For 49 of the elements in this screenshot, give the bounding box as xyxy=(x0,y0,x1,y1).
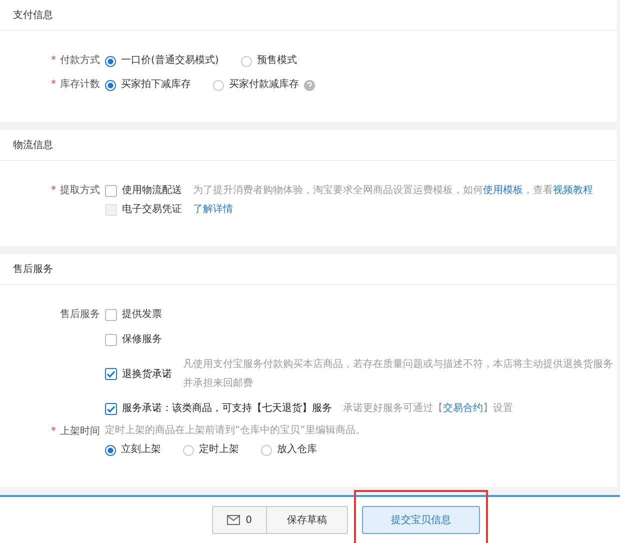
envelope-icon xyxy=(226,515,240,525)
radio-button[interactable] xyxy=(261,444,272,456)
help-icon[interactable] xyxy=(304,80,315,90)
option-label: 预售模式 xyxy=(256,54,297,68)
option-label: 保修服务 xyxy=(122,333,162,347)
radio-button[interactable] xyxy=(105,444,116,456)
section-title: 售后服务 xyxy=(13,262,53,276)
radio-button[interactable] xyxy=(213,80,224,90)
section-title: 支付信息 xyxy=(13,8,53,22)
option-label: 一口价(普通交易模式) xyxy=(121,54,219,68)
link[interactable]: 交易合约 xyxy=(443,403,483,414)
option-label: 退换货承诺 xyxy=(122,368,172,382)
required-mark: * xyxy=(51,78,56,92)
option-label: 使用物流配送 xyxy=(122,184,182,198)
save-draft-button[interactable]: 保存草稿 xyxy=(267,506,348,534)
field-label: 付款方式 xyxy=(60,54,100,68)
required-mark: * xyxy=(51,54,56,68)
option-label: 立刻上架 xyxy=(121,442,161,457)
required-mark: * xyxy=(51,184,56,198)
option-label: 放入仓库 xyxy=(277,442,317,457)
radio-button[interactable] xyxy=(183,444,194,456)
field-label: 库存计数 xyxy=(60,78,100,92)
radio-button[interactable] xyxy=(105,56,116,66)
note-text: 为了提升消费者购物体验，淘宝要求全网商品设置运费模板，如何使用模板，查看视频教程 xyxy=(193,184,593,198)
field-label: 上架时间 xyxy=(60,424,100,439)
required-mark: * xyxy=(51,425,56,439)
option-label: 电子交易凭证 xyxy=(122,202,182,217)
option-label: 服务承诺：该类商品，可支持【七天退货】服务 xyxy=(122,402,332,416)
radio-button[interactable] xyxy=(105,80,116,90)
field-label: 售后服务 xyxy=(60,308,100,322)
option-label: 买家拍下减库存 xyxy=(121,78,191,92)
radio-button[interactable] xyxy=(240,56,252,66)
option-label: 定时上架 xyxy=(199,442,239,457)
section-title: 物流信息 xyxy=(13,138,53,152)
submit-button[interactable]: 提交宝贝信息 xyxy=(362,506,480,534)
checkbox[interactable] xyxy=(105,368,117,380)
hint-text: 定时上架的商品在上架前请到“仓库中的宝贝”里编辑商品。 xyxy=(105,424,366,438)
note-text: 凡使用支付宝服务付款购买本店商品，若存在质量问题或与描述不符，本店将主动提供退换货服务并承担来回邮费 xyxy=(183,358,613,391)
link[interactable]: 使用模板 xyxy=(483,185,523,196)
link[interactable]: 视频教程 xyxy=(553,185,593,196)
note-text: 承诺更好服务可通过【交易合约】设置 xyxy=(343,402,513,416)
checkbox[interactable] xyxy=(105,184,117,196)
checkbox[interactable] xyxy=(105,402,117,414)
option-label: 提供发票 xyxy=(122,308,162,322)
message-button[interactable]: 0 xyxy=(212,506,267,534)
checkbox[interactable] xyxy=(105,308,117,320)
checkbox[interactable] xyxy=(105,334,117,346)
field-label: 提取方式 xyxy=(60,184,100,198)
option-label: 买家付款减库存 xyxy=(229,78,299,92)
